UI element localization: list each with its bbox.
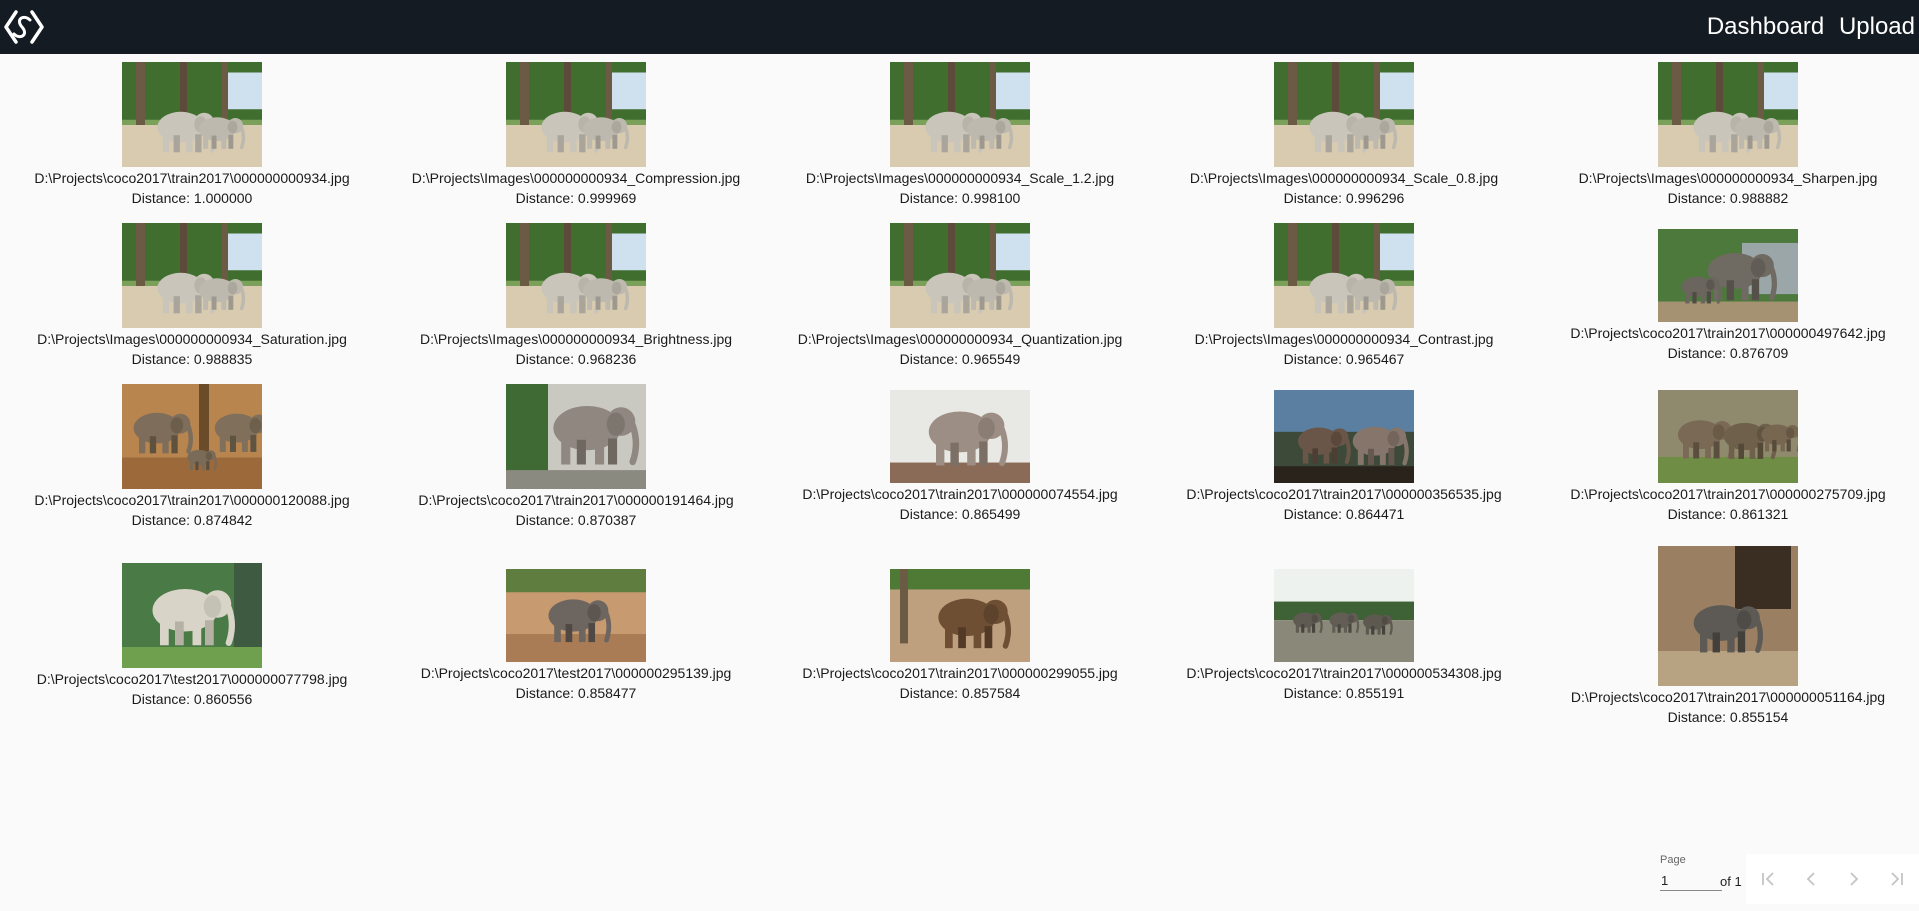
last-page-button[interactable]: [1882, 864, 1912, 894]
result-thumbnail[interactable]: [1274, 62, 1414, 167]
prev-page-button[interactable]: [1796, 864, 1826, 894]
result-distance: Distance: 0.855191: [1283, 685, 1405, 701]
result-card[interactable]: D:\Projects\coco2017\train2017\000000356…: [1152, 390, 1536, 524]
result-distance: Distance: 0.996296: [1283, 190, 1405, 206]
result-thumbnail[interactable]: [122, 563, 262, 668]
result-card[interactable]: D:\Projects\coco2017\train2017\000000497…: [1536, 229, 1919, 363]
result-thumbnail[interactable]: [1658, 229, 1798, 322]
result-card[interactable]: D:\Projects\coco2017\test2017\0000000777…: [0, 563, 384, 709]
result-path: D:\Projects\Images\000000000934_Contrast…: [1194, 331, 1494, 347]
result-thumbnail[interactable]: [1658, 62, 1798, 167]
result-distance: Distance: 0.861321: [1667, 506, 1789, 522]
first-page-icon: [1761, 872, 1774, 886]
result-thumbnail[interactable]: [890, 62, 1030, 167]
result-path: D:\Projects\coco2017\test2017\0000000777…: [36, 671, 348, 687]
result-path: D:\Projects\coco2017\train2017\000000497…: [1570, 325, 1886, 341]
result-path: D:\Projects\coco2017\train2017\000000299…: [802, 665, 1118, 681]
result-thumbnail[interactable]: [890, 569, 1030, 662]
result-path: D:\Projects\coco2017\train2017\000000356…: [1186, 486, 1502, 502]
result-card[interactable]: D:\Projects\coco2017\train2017\000000299…: [768, 569, 1152, 703]
result-distance: Distance: 0.988835: [131, 351, 253, 367]
result-path: D:\Projects\coco2017\train2017\000000191…: [418, 492, 734, 508]
result-thumbnail[interactable]: [506, 62, 646, 167]
result-thumbnail[interactable]: [122, 384, 262, 489]
result-distance: Distance: 0.988882: [1667, 190, 1789, 206]
result-card[interactable]: D:\Projects\coco2017\train2017\000000191…: [384, 384, 768, 530]
result-path: D:\Projects\Images\000000000934_Scale_0.…: [1189, 170, 1499, 186]
result-distance: Distance: 0.855154: [1667, 709, 1789, 725]
result-thumbnail[interactable]: [1658, 546, 1798, 686]
result-thumbnail[interactable]: [506, 223, 646, 328]
result-path: D:\Projects\Images\000000000934_Sharpen.…: [1578, 170, 1878, 186]
next-page-icon: [1850, 872, 1859, 886]
result-distance: Distance: 0.860556: [131, 691, 253, 707]
next-page-button[interactable]: [1839, 864, 1869, 894]
result-path: D:\Projects\Images\000000000934_Compress…: [411, 170, 741, 186]
result-card[interactable]: D:\Projects\Images\000000000934_Scale_0.…: [1152, 62, 1536, 208]
result-card[interactable]: D:\Projects\Images\000000000934_Contrast…: [1152, 223, 1536, 369]
result-card[interactable]: D:\Projects\Images\000000000934_Quantiza…: [768, 223, 1152, 369]
result-path: D:\Projects\coco2017\train2017\000000051…: [1570, 689, 1886, 705]
result-card[interactable]: D:\Projects\coco2017\train2017\000000051…: [1536, 546, 1919, 727]
result-distance: Distance: 0.965467: [1283, 351, 1405, 367]
result-thumbnail[interactable]: [122, 62, 262, 167]
result-distance: Distance: 0.865499: [899, 506, 1021, 522]
page-count-text: of 1: [1720, 874, 1742, 889]
result-path: D:\Projects\coco2017\train2017\000000000…: [34, 170, 350, 186]
result-card[interactable]: D:\Projects\coco2017\train2017\000000120…: [0, 384, 384, 530]
paginator: Page of 1: [1660, 850, 1919, 911]
result-path: D:\Projects\Images\000000000934_Quantiza…: [797, 331, 1123, 347]
result-card[interactable]: D:\Projects\Images\000000000934_Saturati…: [0, 223, 384, 369]
result-card[interactable]: D:\Projects\Images\000000000934_Scale_1.…: [768, 62, 1152, 208]
result-path: D:\Projects\Images\000000000934_Scale_1.…: [805, 170, 1115, 186]
prev-page-icon: [1806, 872, 1815, 886]
result-thumbnail[interactable]: [1658, 390, 1798, 483]
results-grid: D:\Projects\coco2017\train2017\000000000…: [0, 0, 1919, 780]
result-card[interactable]: D:\Projects\coco2017\train2017\000000074…: [768, 390, 1152, 524]
result-distance: Distance: 0.874842: [131, 512, 253, 528]
result-distance: Distance: 0.965549: [899, 351, 1021, 367]
result-thumbnail[interactable]: [1274, 223, 1414, 328]
result-thumbnail[interactable]: [890, 390, 1030, 483]
result-path: D:\Projects\coco2017\train2017\000000275…: [1570, 486, 1886, 502]
result-card[interactable]: D:\Projects\Images\000000000934_Sharpen.…: [1536, 62, 1919, 208]
result-distance: Distance: 0.858477: [515, 685, 637, 701]
result-thumbnail[interactable]: [1274, 390, 1414, 483]
result-distance: Distance: 1.000000: [131, 190, 253, 206]
result-thumbnail[interactable]: [1274, 569, 1414, 662]
page-label: Page: [1660, 854, 1686, 866]
result-distance: Distance: 0.968236: [515, 351, 637, 367]
result-path: D:\Projects\Images\000000000934_Saturati…: [37, 331, 347, 347]
result-distance: Distance: 0.876709: [1667, 345, 1789, 361]
result-distance: Distance: 0.857584: [899, 685, 1021, 701]
result-card[interactable]: D:\Projects\coco2017\test2017\0000002951…: [384, 569, 768, 703]
result-path: D:\Projects\coco2017\test2017\0000002951…: [420, 665, 732, 681]
result-card[interactable]: D:\Projects\coco2017\train2017\000000275…: [1536, 390, 1919, 524]
last-page-icon: [1891, 872, 1904, 886]
result-distance: Distance: 0.870387: [515, 512, 637, 528]
result-card[interactable]: D:\Projects\Images\000000000934_Compress…: [384, 62, 768, 208]
result-distance: Distance: 0.864471: [1283, 506, 1405, 522]
result-path: D:\Projects\coco2017\train2017\000000074…: [802, 486, 1118, 502]
result-card[interactable]: D:\Projects\coco2017\train2017\000000000…: [0, 62, 384, 208]
result-path: D:\Projects\coco2017\train2017\000000534…: [1186, 665, 1502, 681]
result-distance: Distance: 0.998100: [899, 190, 1021, 206]
page-number-input[interactable]: [1660, 870, 1722, 891]
result-card[interactable]: D:\Projects\Images\000000000934_Brightne…: [384, 223, 768, 369]
first-page-button[interactable]: [1753, 864, 1783, 894]
result-thumbnail[interactable]: [506, 384, 646, 489]
result-distance: Distance: 0.999969: [515, 190, 637, 206]
result-thumbnail[interactable]: [122, 223, 262, 328]
result-card[interactable]: D:\Projects\coco2017\train2017\000000534…: [1152, 569, 1536, 703]
result-path: D:\Projects\coco2017\train2017\000000120…: [34, 492, 350, 508]
result-path: D:\Projects\Images\000000000934_Brightne…: [419, 331, 733, 347]
result-thumbnail[interactable]: [506, 569, 646, 662]
result-thumbnail[interactable]: [890, 223, 1030, 328]
paginator-buttons: [1746, 854, 1919, 904]
